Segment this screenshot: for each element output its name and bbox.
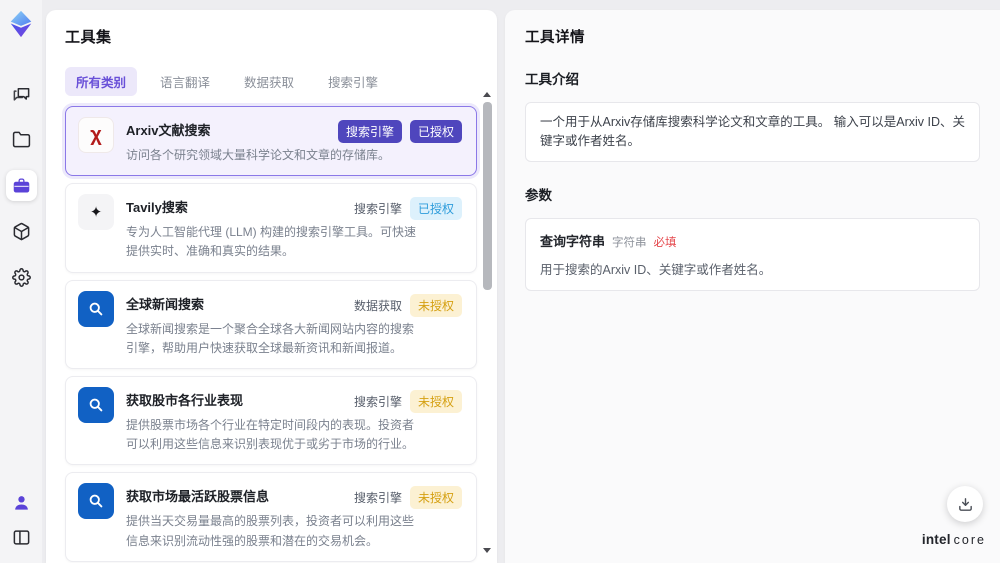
download-button[interactable] — [947, 486, 983, 522]
intel-core-logo: intel core — [922, 532, 986, 547]
auth-badge: 未授权 — [409, 389, 462, 413]
toolset-panel: 工具集 所有类别 语言翻译 数据获取 搜索引擎 χ Arxiv文献搜索 访问各个… — [46, 10, 497, 563]
brand-product: core — [953, 533, 986, 547]
tool-description: 专为人工智能代理 (LLM) 构建的搜索引擎工具。可快速提供实时、准确和真实的结… — [126, 225, 417, 259]
gear-icon[interactable] — [6, 262, 37, 293]
toolbox-icon[interactable] — [5, 170, 37, 201]
scrollbar-up-button[interactable] — [483, 92, 491, 97]
auth-badge: 未授权 — [409, 486, 462, 510]
detail-title: 工具详情 — [525, 30, 585, 46]
tool-card-stock-sectors[interactable]: 获取股市各行业表现 提供股票市场各个行业在特定时间段内的表现。投资者可以利用这些… — [65, 375, 477, 466]
tool-intro-text: 一个用于从Arxiv存储库搜索科学论文和文章的工具。 输入可以是Arxiv ID… — [525, 102, 980, 162]
tool-description: 全球新闻搜索是一个聚合全球各大新闻网站内容的搜索引擎，帮助用户快速获取全球最新资… — [126, 321, 415, 355]
param-name: 查询字符串 — [540, 233, 606, 249]
tool-description: 访问各个研究领域大量科学论文和文章的存储库。 — [126, 148, 391, 162]
param-required-badge: 必填 — [653, 236, 677, 249]
tab-search-engine[interactable]: 搜索引擎 — [317, 67, 389, 96]
tab-all-categories[interactable]: 所有类别 — [65, 67, 138, 96]
tavily-glyph: ✦ — [89, 204, 103, 222]
parameter-card: 查询字符串 字符串 必填 用于搜索的Arxiv ID、关键字或作者姓名。 — [525, 217, 980, 291]
page-title: 工具集 — [65, 29, 112, 46]
param-type: 字符串 — [612, 236, 647, 249]
category-tabs: 所有类别 语言翻译 数据获取 搜索引擎 — [65, 67, 497, 96]
tool-card-active-stocks[interactable]: 获取市场最活跃股票信息 提供当天交易量最高的股票列表，投资者可以利用这些信息来识… — [65, 472, 477, 562]
sidebar — [0, 0, 42, 563]
category-label: 搜索引擎 — [353, 394, 402, 409]
tab-data-fetch[interactable]: 数据获取 — [233, 67, 305, 96]
brand-vendor: intel — [921, 532, 951, 547]
cube-icon[interactable] — [6, 216, 37, 247]
tavily-star-icon: ✦ — [78, 194, 114, 231]
params-heading: 参数 — [525, 187, 552, 203]
collapse-panel-icon[interactable] — [7, 523, 35, 551]
sidebar-bottom — [7, 488, 35, 551]
category-label: 数据获取 — [353, 298, 402, 313]
tool-list: χ Arxiv文献搜索 访问各个研究领域大量科学论文和文章的存储库。 搜索引擎 … — [65, 106, 477, 563]
blue-search-icon — [78, 290, 114, 327]
intro-heading: 工具介绍 — [525, 72, 579, 87]
tool-card-global-news[interactable]: 全球新闻搜索 全球新闻搜索是一个聚合全球各大新闻网站内容的搜索引擎，帮助用户快速… — [65, 279, 477, 369]
tool-card-arxiv[interactable]: χ Arxiv文献搜索 访问各个研究领域大量科学论文和文章的存储库。 搜索引擎 … — [65, 106, 477, 177]
download-icon — [958, 497, 972, 511]
blue-search-icon — [78, 386, 114, 423]
arxiv-logo-icon: χ — [78, 117, 114, 153]
category-badge: 搜索引擎 — [337, 120, 402, 143]
category-label: 搜索引擎 — [353, 202, 402, 217]
chat-icon[interactable] — [6, 78, 37, 109]
auth-badge: 未授权 — [409, 293, 462, 317]
folder-icon[interactable] — [6, 124, 37, 155]
param-description: 用于搜索的Arxiv ID、关键字或作者姓名。 — [540, 262, 772, 277]
auth-badge: 已授权 — [409, 197, 462, 221]
tool-description: 提供股票市场各个行业在特定时间段内的表现。投资者可以利用这些信息来识别表现优于或… — [126, 417, 415, 452]
sidebar-nav — [5, 78, 37, 293]
tab-language-translation[interactable]: 语言翻译 — [149, 67, 221, 96]
blue-search-icon — [78, 483, 114, 520]
tool-card-tavily[interactable]: ✦ Tavily搜索 专为人工智能代理 (LLM) 构建的搜索引擎工具。可快速提… — [65, 183, 477, 273]
tool-description: 提供当天交易量最高的股票列表，投资者可以利用这些信息来识别流动性强的股票和潜在的… — [126, 514, 415, 548]
tool-detail-panel: 工具详情 工具介绍 一个用于从Arxiv存储库搜索科学论文和文章的工具。 输入可… — [505, 10, 1000, 563]
scrollbar-thumb[interactable] — [483, 102, 492, 290]
auth-badge: 已授权 — [409, 120, 462, 143]
app-logo-icon — [10, 10, 32, 38]
arxiv-glyph: χ — [90, 124, 102, 146]
user-icon[interactable] — [7, 488, 35, 516]
scrollbar-down-button[interactable] — [483, 548, 491, 553]
category-label: 搜索引擎 — [353, 491, 402, 506]
